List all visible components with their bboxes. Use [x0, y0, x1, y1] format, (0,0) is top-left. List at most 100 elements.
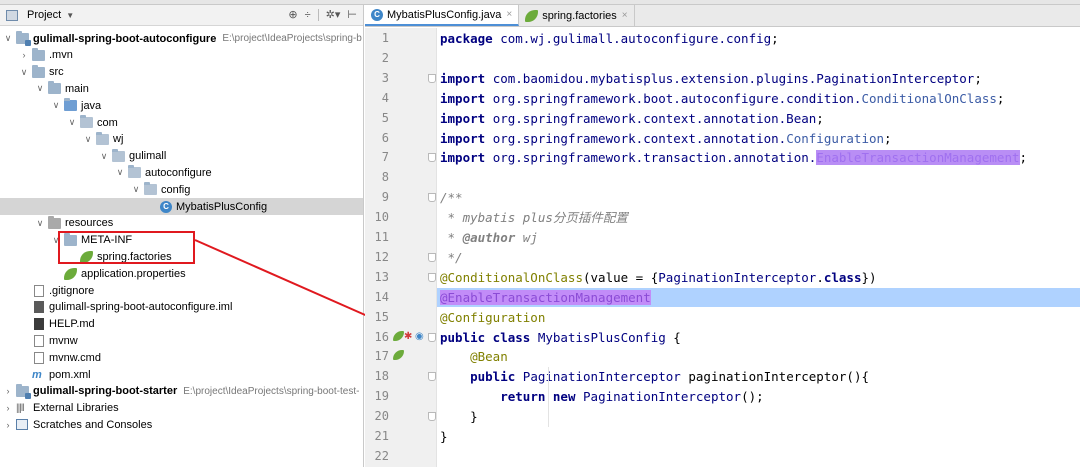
tree-item[interactable]: mvnw: [0, 332, 363, 349]
code-line[interactable]: /**: [440, 188, 1080, 207]
tree-item[interactable]: ∨ autoconfigure: [0, 164, 363, 181]
fold-marker-icon[interactable]: [428, 332, 436, 342]
tree-item[interactable]: › gulimall-spring-boot-starter E:\project\…: [0, 383, 363, 400]
code-line[interactable]: @EnableTransactionManagement: [440, 288, 1080, 307]
tree-item[interactable]: ∨ com: [0, 114, 363, 131]
tree-item[interactable]: ∨ wj: [0, 131, 363, 148]
tree-item[interactable]: ∨ resources: [0, 215, 363, 232]
chevron-down-icon[interactable]: ∨: [3, 33, 13, 44]
chevron-down-icon[interactable]: ∨: [19, 67, 29, 78]
tree-item[interactable]: .gitignore: [0, 282, 363, 299]
chevron-right-icon[interactable]: ›: [3, 403, 13, 413]
chevron-right-icon[interactable]: ›: [3, 386, 13, 396]
tree-item[interactable]: ∨ main: [0, 80, 363, 97]
spring-bean-icon[interactable]: [393, 330, 404, 343]
code-line[interactable]: }: [440, 427, 1080, 446]
tree-item[interactable]: › Scratches and Consoles: [0, 416, 363, 433]
tree-item[interactable]: › |||‖ External Libraries: [0, 400, 363, 417]
line-number: 4: [381, 90, 389, 105]
chevron-down-icon[interactable]: ∨: [35, 218, 45, 229]
code-line[interactable]: [440, 447, 1080, 466]
markdown-file-icon: [34, 318, 44, 331]
code-line[interactable]: */: [440, 248, 1080, 267]
line-number: 17: [374, 349, 389, 364]
chevron-right-icon[interactable]: ›: [19, 50, 29, 60]
chevron-down-icon[interactable]: ∨: [35, 83, 45, 94]
code-line[interactable]: * mybatis plus分页插件配置: [440, 208, 1080, 227]
file-icon: [34, 334, 44, 347]
code-line[interactable]: import org.springframework.boot.autoconf…: [440, 89, 1080, 108]
tree-item[interactable]: C MybatisPlusConfig: [0, 198, 363, 215]
tree-item[interactable]: gulimall-spring-boot-autoconfigure.iml: [0, 299, 363, 316]
fold-marker-icon[interactable]: [428, 153, 436, 163]
tree-item[interactable]: m pom.xml: [0, 366, 363, 383]
chevron-down-icon[interactable]: ▼: [66, 11, 74, 20]
hide-panel-icon[interactable]: ⊢: [347, 8, 357, 21]
tree-item[interactable]: › .mvn: [0, 47, 363, 64]
tree-item[interactable]: application.properties: [0, 265, 363, 282]
code-line[interactable]: return new PaginationInterceptor();: [440, 387, 1080, 406]
tree-item[interactable]: ∨ config: [0, 181, 363, 198]
code-line[interactable]: @Configuration: [440, 308, 1080, 327]
tree-item[interactable]: mvnw.cmd: [0, 349, 363, 366]
code-line[interactable]: import org.springframework.context.annot…: [440, 109, 1080, 128]
tab-spring-factories[interactable]: spring.factories ×: [519, 5, 635, 26]
tree-item[interactable]: HELP.md: [0, 316, 363, 333]
tree-item-label: pom.xml: [49, 368, 91, 381]
chevron-down-icon[interactable]: ∨: [51, 100, 61, 111]
chevron-down-icon[interactable]: ∨: [67, 117, 77, 128]
source-folder-icon: [64, 98, 77, 112]
project-panel-title: Project: [27, 9, 62, 21]
fold-marker-icon[interactable]: [428, 252, 436, 262]
code-line[interactable]: import com.baomidou.mybatisplus.extensio…: [440, 69, 1080, 88]
tree-item-label: java: [81, 99, 102, 112]
code-line[interactable]: public PaginationInterceptor paginationI…: [440, 367, 1080, 386]
implemented-icon[interactable]: ◉: [415, 331, 424, 342]
chevron-down-icon[interactable]: ∨: [115, 167, 125, 178]
spring-bean-method-icon[interactable]: [393, 350, 404, 362]
fold-marker-icon[interactable]: [428, 372, 436, 382]
spring-leaf-icon: [525, 9, 539, 22]
line-number: 18: [374, 369, 389, 384]
chevron-down-icon[interactable]: ∨: [83, 134, 93, 145]
locate-icon[interactable]: ⊕: [288, 8, 297, 21]
collapse-all-icon[interactable]: ÷: [305, 9, 311, 21]
tree-item[interactable]: ∨ java: [0, 97, 363, 114]
gear-icon[interactable]: ✲▾: [326, 8, 341, 21]
line-number: 12: [374, 249, 389, 264]
code-line[interactable]: @ConditionalOnClass(value = {PaginationI…: [440, 268, 1080, 287]
close-icon[interactable]: ×: [506, 9, 512, 20]
code-line[interactable]: [440, 49, 1080, 68]
code-line[interactable]: }: [440, 407, 1080, 426]
folder-icon: [32, 64, 45, 78]
tree-item[interactable]: ∨ src: [0, 64, 363, 81]
code-line[interactable]: @Bean: [440, 347, 1080, 366]
code-line[interactable]: [440, 168, 1080, 187]
code-line[interactable]: * @author wj: [440, 228, 1080, 247]
tree-item-label: Scratches and Consoles: [33, 418, 153, 431]
code-line[interactable]: package com.wj.gulimall.autoconfigure.co…: [440, 29, 1080, 48]
close-icon[interactable]: ×: [622, 10, 628, 21]
chevron-down-icon[interactable]: ∨: [131, 184, 141, 195]
chevron-right-icon[interactable]: ›: [3, 420, 13, 430]
run-config-icon[interactable]: ✱: [404, 331, 412, 342]
tree-item-label: mvnw: [49, 334, 78, 347]
tree-item[interactable]: ∨ gulimall: [0, 148, 363, 165]
fold-marker-icon[interactable]: [428, 272, 436, 282]
tree-item-label: config: [161, 183, 191, 196]
fold-marker-icon[interactable]: [428, 73, 436, 83]
package-icon: [144, 182, 157, 196]
line-number: 11: [374, 230, 389, 244]
chevron-down-icon[interactable]: ∨: [99, 151, 109, 162]
code-line[interactable]: import org.springframework.context.annot…: [440, 129, 1080, 148]
tab-mybatisplusconfig-java[interactable]: C MybatisPlusConfig.java ×: [365, 5, 520, 26]
code-line[interactable]: public class MybatisPlusConfig {: [440, 328, 1080, 347]
fold-marker-icon[interactable]: [428, 193, 436, 203]
tree-item[interactable]: ∨ gulimall-spring-boot-autoconfigure E:\pr…: [0, 30, 363, 47]
code-line[interactable]: import org.springframework.transaction.a…: [440, 148, 1080, 167]
tree-item-label: resources: [65, 217, 114, 230]
code-editor[interactable]: 1 2 3 4 5 6 7 8 9 10 11 12 13 14 15 16 17 18 19 20 21 22 ✱ ◉ pa…: [365, 28, 1080, 467]
file-icon: [34, 351, 44, 364]
tree-item-label: wj: [113, 133, 124, 146]
fold-marker-icon[interactable]: [428, 412, 436, 422]
